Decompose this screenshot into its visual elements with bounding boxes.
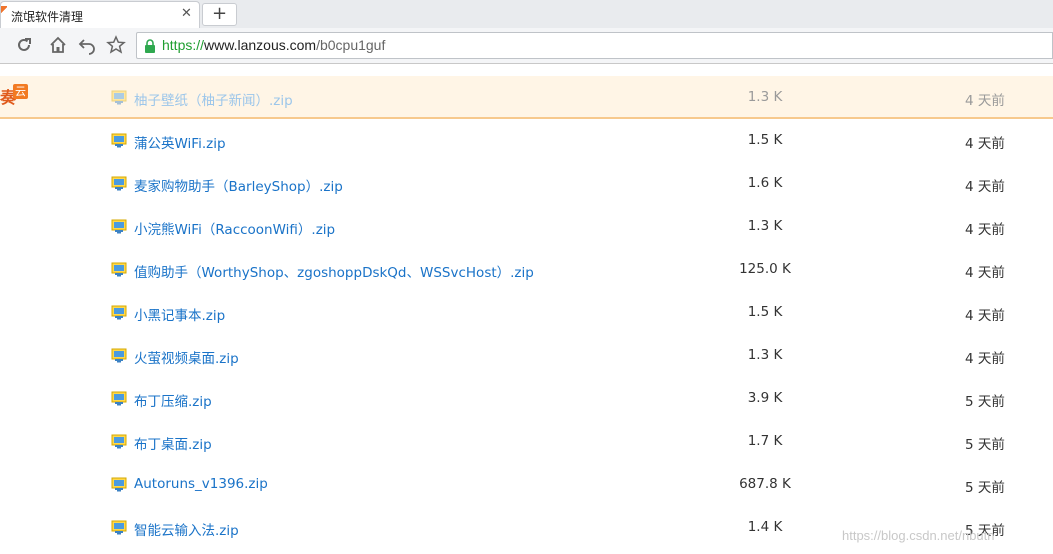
file-time: 4 天前 — [965, 179, 1005, 195]
file-zip-icon — [111, 348, 127, 363]
file-time: 4 天前 — [965, 308, 1005, 324]
file-row[interactable]: 火萤视频桌面.zip 1.3 K 4 天前 — [0, 334, 1053, 377]
site-logo-badge: 云 — [13, 84, 28, 99]
file-size: 3.9 K — [747, 390, 783, 406]
file-name-link[interactable]: 值购助手（WorthyShop、zgoshoppDskQd、WSSvcHost）… — [134, 261, 534, 281]
file-name-link[interactable]: 小黑记事本.zip — [134, 304, 225, 324]
file-zip-icon — [111, 133, 127, 148]
file-row[interactable]: 柚子壁纸（柚子新闻）.zip 1.3 K 4 天前 — [0, 76, 1053, 119]
file-time: 5 天前 — [965, 394, 1005, 410]
new-tab-button[interactable]: + — [202, 3, 237, 26]
url-text[interactable]: https://www.lanzous.com/b0cpu1guf — [162, 37, 385, 53]
address-bar[interactable]: https://www.lanzous.com/b0cpu1guf — [136, 32, 1053, 59]
site-favicon-icon — [1, 6, 7, 14]
file-zip-icon — [111, 219, 127, 234]
file-size: 1.3 K — [747, 218, 783, 234]
file-time: 4 天前 — [965, 93, 1005, 109]
back-icon[interactable] — [77, 35, 97, 55]
watermark: https://blog.csdn.net/nbutn — [842, 528, 995, 543]
file-name-link[interactable]: 智能云输入法.zip — [134, 519, 239, 539]
url-path: /b0cpu1guf — [316, 37, 386, 53]
file-name-link[interactable]: 麦家购物助手（BarleyShop）.zip — [134, 175, 343, 195]
url-host: www.lanzous.com — [204, 37, 317, 53]
file-name-link[interactable]: 小浣熊WiFi（RaccoonWifi）.zip — [134, 218, 335, 238]
file-size: 1.5 K — [747, 132, 783, 148]
file-name-link[interactable]: Autoruns_v1396.zip — [134, 476, 268, 492]
file-time: 4 天前 — [965, 136, 1005, 152]
file-size: 1.7 K — [747, 433, 783, 449]
url-scheme: https:// — [162, 37, 205, 53]
home-icon[interactable] — [48, 35, 68, 55]
file-zip-icon — [111, 434, 127, 449]
file-time: 4 天前 — [965, 351, 1005, 367]
browser-tab-active[interactable]: 流氓软件清理 ✕ — [0, 1, 200, 28]
file-zip-icon — [111, 90, 127, 105]
file-zip-icon — [111, 305, 127, 320]
file-row[interactable]: 值购助手（WorthyShop、zgoshoppDskQd、WSSvcHost）… — [0, 248, 1053, 291]
file-size: 125.0 K — [739, 261, 791, 277]
file-time: 4 天前 — [965, 265, 1005, 281]
file-row[interactable]: 蒲公英WiFi.zip 1.5 K 4 天前 — [0, 119, 1053, 162]
file-name-link[interactable]: 布丁桌面.zip — [134, 433, 212, 453]
file-row[interactable]: Autoruns_v1396.zip 687.8 K 5 天前 — [0, 463, 1053, 506]
file-size: 1.3 K — [747, 347, 783, 363]
file-zip-icon — [111, 176, 127, 191]
file-size: 1.6 K — [747, 175, 783, 191]
file-name-link[interactable]: 蒲公英WiFi.zip — [134, 132, 226, 152]
file-row[interactable]: 布丁桌面.zip 1.7 K 5 天前 — [0, 420, 1053, 463]
browser-toolbar: https://www.lanzous.com/b0cpu1guf — [0, 28, 1053, 64]
file-size: 1.4 K — [747, 519, 783, 535]
tab-close-icon[interactable]: ✕ — [181, 6, 192, 22]
file-size: 1.3 K — [747, 89, 783, 105]
tab-title: 流氓软件清理 — [11, 10, 84, 24]
secure-lock-icon — [145, 39, 155, 53]
tab-strip: 流氓软件清理 ✕ + — [0, 0, 1053, 28]
file-zip-icon — [111, 477, 127, 492]
file-time: 5 天前 — [965, 480, 1005, 496]
bookmark-star-icon[interactable] — [106, 35, 126, 55]
file-row[interactable]: 小黑记事本.zip 1.5 K 4 天前 — [0, 291, 1053, 334]
file-zip-icon — [111, 262, 127, 277]
file-time: 5 天前 — [965, 437, 1005, 453]
file-name-link[interactable]: 火萤视频桌面.zip — [134, 347, 239, 367]
file-time: 4 天前 — [965, 222, 1005, 238]
file-row[interactable]: 麦家购物助手（BarleyShop）.zip 1.6 K 4 天前 — [0, 162, 1053, 205]
file-size: 1.5 K — [747, 304, 783, 320]
file-name-link[interactable]: 柚子壁纸（柚子新闻）.zip — [134, 89, 293, 109]
file-row[interactable]: 布丁压缩.zip 3.9 K 5 天前 — [0, 377, 1053, 420]
file-name-link[interactable]: 布丁压缩.zip — [134, 390, 212, 410]
file-zip-icon — [111, 391, 127, 406]
file-row[interactable]: 小浣熊WiFi（RaccoonWifi）.zip 1.3 K 4 天前 — [0, 205, 1053, 248]
file-zip-icon — [111, 520, 127, 535]
file-list: 柚子壁纸（柚子新闻）.zip 1.3 K 4 天前 蒲公英WiFi.zip 1.… — [0, 76, 1053, 549]
reload-icon[interactable] — [14, 35, 34, 55]
file-size: 687.8 K — [739, 476, 791, 492]
